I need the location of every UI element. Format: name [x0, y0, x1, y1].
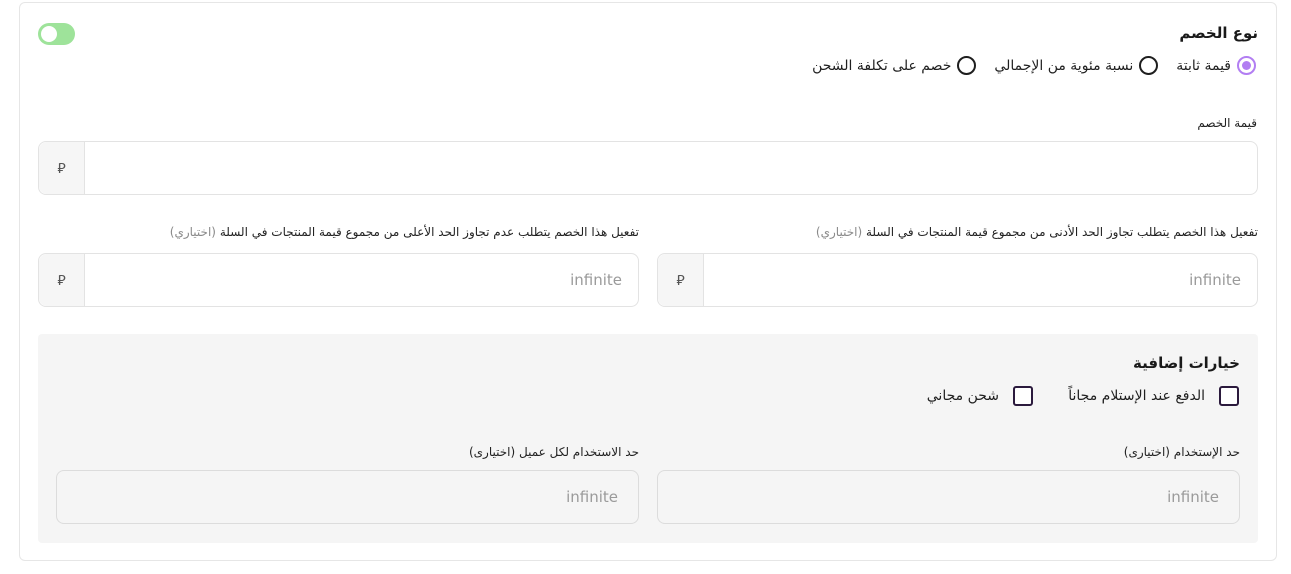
currency-icon: ⃁ [658, 254, 704, 306]
min-total-label: تفعيل هذا الخصم يتطلب تجاوز الحد الأدنى … [865, 225, 1258, 239]
radio-shipping-discount-label: خصم على تكلفة الشحن [812, 57, 952, 74]
discount-type-radio-group: قيمة ثابتة نسبة مئوية من الإجمالي خصم عل… [794, 56, 1256, 75]
checkbox-cod-free[interactable]: الدفع عند الإستلام مجاناً [1068, 386, 1239, 406]
usage-limit-label: حد الإستخدام (اختيارى) [1123, 445, 1240, 459]
extra-options-title: خيارات إضافية [1133, 354, 1240, 372]
per-customer-limit-input[interactable] [57, 471, 638, 523]
max-total-label-wrap: تفعيل هذا الخصم يتطلب عدم تجاوز الحد الأ… [170, 225, 639, 239]
discount-value-input[interactable] [85, 142, 1257, 194]
currency-icon: ⃁ [39, 254, 85, 306]
currency-icon: ⃁ [39, 142, 85, 194]
radio-fixed-value[interactable]: قيمة ثابتة [1176, 56, 1256, 75]
discount-value-label: قيمة الخصم [1197, 116, 1257, 130]
radio-percentage-label: نسبة مئوية من الإجمالي [994, 57, 1134, 74]
min-total-input[interactable] [704, 254, 1257, 306]
checkbox-free-shipping-box[interactable] [1013, 386, 1033, 406]
discount-type-title: نوع الخصم [1179, 24, 1258, 42]
discount-enabled-toggle[interactable] [38, 23, 75, 45]
checkbox-cod-free-box[interactable] [1219, 386, 1239, 406]
radio-percentage[interactable]: نسبة مئوية من الإجمالي [994, 56, 1159, 75]
max-total-input[interactable] [85, 254, 638, 306]
max-total-field: ⃁ [38, 253, 639, 307]
radio-fixed-value-circle[interactable] [1237, 56, 1256, 75]
radio-shipping-discount[interactable]: خصم على تكلفة الشحن [812, 56, 977, 75]
per-customer-limit-field [56, 470, 639, 524]
checkbox-cod-free-label: الدفع عند الإستلام مجاناً [1068, 388, 1205, 404]
per-customer-limit-label: حد الاستخدام لكل عميل (اختيارى) [468, 445, 639, 459]
usage-limit-field [657, 470, 1240, 524]
usage-limit-input[interactable] [658, 471, 1239, 523]
max-total-optional: (اختياري) [169, 225, 216, 239]
toggle-knob [41, 26, 57, 42]
discount-value-field: ⃁ [38, 141, 1258, 195]
min-total-field: ⃁ [657, 253, 1258, 307]
radio-fixed-value-label: قيمة ثابتة [1176, 57, 1231, 74]
min-total-label-wrap: تفعيل هذا الخصم يتطلب تجاوز الحد الأدنى … [816, 225, 1258, 239]
checkbox-free-shipping-label: شحن مجاني [926, 388, 999, 404]
radio-percentage-circle[interactable] [1139, 56, 1159, 75]
max-total-label: تفعيل هذا الخصم يتطلب عدم تجاوز الحد الأ… [219, 225, 639, 239]
min-total-optional: (اختياري) [815, 225, 863, 239]
radio-shipping-discount-circle[interactable] [957, 56, 977, 75]
checkbox-free-shipping[interactable]: شحن مجاني [927, 386, 1033, 406]
